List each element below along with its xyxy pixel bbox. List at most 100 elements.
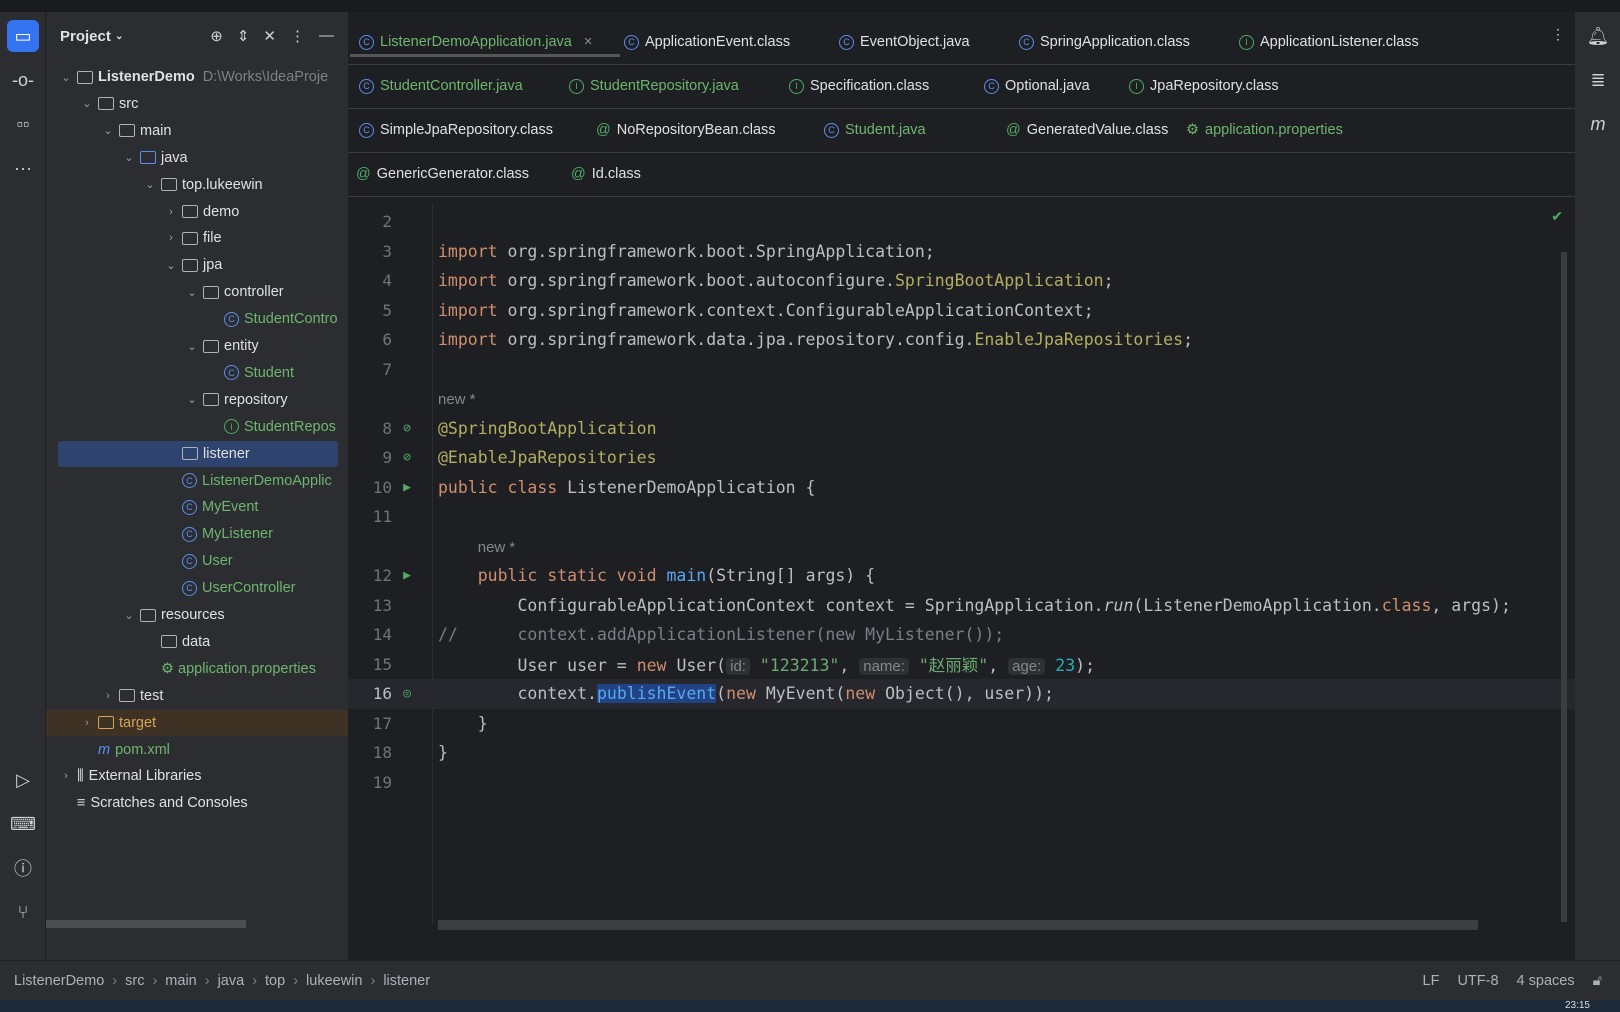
close-tab-icon[interactable]: × xyxy=(584,34,592,50)
tree-item[interactable]: ⌄ resources xyxy=(46,602,348,628)
tree-item[interactable]: ⌄ java xyxy=(46,145,348,171)
code-line[interactable]: 11 xyxy=(348,502,1575,532)
tree-item[interactable]: ⌄ jpa xyxy=(46,252,348,278)
chevron-down-icon[interactable]: ⌄ xyxy=(121,151,137,164)
maven-icon[interactable]: m xyxy=(1582,108,1614,140)
chevron-down-icon[interactable]: ⌄ xyxy=(58,71,74,84)
tree-item[interactable]: C Student xyxy=(46,360,348,386)
code-line[interactable]: 16 ◎ context.publishEvent(new MyEvent(new… xyxy=(348,679,1575,709)
run-icon[interactable]: ▶ xyxy=(392,568,422,583)
code-line[interactable]: 17 } xyxy=(348,709,1575,739)
tree-item[interactable]: › target xyxy=(46,709,348,736)
editor-horizontal-scrollbar[interactable] xyxy=(438,920,1478,930)
code-line[interactable]: 12 ▶ public static void main(String[] arg… xyxy=(348,561,1575,591)
breadcrumb-item[interactable]: main xyxy=(165,973,196,989)
terminal-icon[interactable]: ⌨ xyxy=(7,808,39,840)
gutter-bean-icon[interactable]: ◎ xyxy=(392,686,422,701)
lock-icon[interactable]: 🔓︎ xyxy=(1593,973,1602,989)
chevron-right-icon[interactable]: › xyxy=(79,717,95,729)
code-line[interactable]: 4 import org.springframework.boot.autocon… xyxy=(348,266,1575,296)
code-line[interactable]: 18} xyxy=(348,738,1575,768)
more-icon[interactable]: ··· xyxy=(7,152,39,184)
editor-tab[interactable]: ⚙ application.properties xyxy=(1178,122,1351,138)
code-line[interactable]: 6 import org.springframework.data.jpa.rep… xyxy=(348,325,1575,355)
editor-tab[interactable]: @ GenericGenerator.class xyxy=(348,166,537,182)
code-line[interactable]: 9 ⊘ @EnableJpaRepositories xyxy=(348,443,1575,473)
chevron-right-icon[interactable]: › xyxy=(100,690,116,702)
chevron-down-icon[interactable]: ⌄ xyxy=(184,393,200,406)
chevron-right-icon[interactable]: › xyxy=(58,770,74,782)
tree-item[interactable]: I StudentRepos xyxy=(46,414,348,440)
chevron-right-icon[interactable]: › xyxy=(163,206,179,218)
tree-item[interactable]: ⌄ ListenerDemo D:\Works\IdeaProje xyxy=(46,64,348,90)
collapse-icon[interactable]: ✕ xyxy=(263,27,276,45)
editor-tab[interactable]: @ GeneratedValue.class xyxy=(998,122,1176,138)
editor-tab[interactable]: C ListenerDemoApplication.java × xyxy=(348,34,600,50)
editor-tab[interactable]: C Student.java xyxy=(813,122,934,138)
editor-tab[interactable]: C SimpleJpaRepository.class xyxy=(348,122,561,138)
editor-tab[interactable]: I Specification.class xyxy=(778,78,937,94)
tree-item[interactable]: › file xyxy=(46,225,348,251)
code-line[interactable]: 7 xyxy=(348,355,1575,385)
tree-item[interactable]: ⌄ entity xyxy=(46,333,348,359)
project-scrollbar[interactable] xyxy=(46,920,246,928)
chevron-down-icon[interactable]: ⌄ xyxy=(163,259,179,272)
tree-item[interactable]: ⌄ main xyxy=(46,118,348,144)
indent-setting[interactable]: 4 spaces xyxy=(1517,973,1575,989)
code-line[interactable]: 3 import org.springframework.boot.SpringA… xyxy=(348,237,1575,267)
editor-vertical-scrollbar[interactable] xyxy=(1561,252,1567,922)
code-line[interactable]: 13 ConfigurableApplicationContext contex… xyxy=(348,591,1575,621)
code-line[interactable]: 15 User user = new User(id: "123213", na… xyxy=(348,650,1575,680)
editor-tab[interactable]: I ApplicationListener.class xyxy=(1228,34,1427,50)
code-line[interactable]: 19 xyxy=(348,768,1575,798)
locate-icon[interactable]: ⊕ xyxy=(210,27,223,45)
git-icon[interactable]: ⑂ xyxy=(7,896,39,928)
services-icon[interactable]: ▷ xyxy=(7,764,39,796)
editor-tab[interactable]: I StudentRepository.java xyxy=(558,78,747,94)
gutter-bean-icon[interactable]: ⊘ xyxy=(392,421,422,436)
structure-icon[interactable]: ▫▫ xyxy=(7,108,39,140)
tree-item[interactable]: C UserController xyxy=(46,575,348,601)
tree-item[interactable]: C MyListener xyxy=(46,521,348,547)
tree-item[interactable]: C ListenerDemoApplic xyxy=(46,468,348,494)
editor-tab[interactable]: C ApplicationEvent.class xyxy=(613,34,798,50)
chevron-down-icon[interactable]: ⌄ xyxy=(121,609,137,622)
tree-item[interactable]: ⌄ controller xyxy=(46,279,348,305)
tree-item[interactable]: m pom.xml xyxy=(46,737,348,763)
chevron-down-icon[interactable]: ⌄ xyxy=(184,286,200,299)
editor-tab[interactable]: C EventObject.java xyxy=(828,34,978,50)
code-line[interactable]: 10 ▶ public class ListenerDemoApplication … xyxy=(348,473,1575,503)
code-line[interactable]: new * xyxy=(348,384,1575,414)
chevron-down-icon[interactable]: ⌄ xyxy=(100,124,116,137)
tree-item[interactable]: C StudentContro xyxy=(46,306,348,332)
editor-tab[interactable]: @ Id.class xyxy=(563,166,649,182)
tree-item[interactable]: ⌄ repository xyxy=(46,387,348,413)
code-line[interactable]: 5 import org.springframework.context.Conf… xyxy=(348,296,1575,326)
tree-item[interactable]: › ⫼ External Libraries xyxy=(46,763,348,789)
tree-item[interactable]: › demo xyxy=(46,199,348,225)
project-title[interactable]: Project xyxy=(60,28,111,45)
tree-item[interactable]: C User xyxy=(46,548,348,574)
hide-icon[interactable]: — xyxy=(319,27,334,45)
code-line[interactable]: 2 xyxy=(348,207,1575,237)
breadcrumb-item[interactable]: lukeewin xyxy=(306,973,362,989)
run-icon[interactable]: ▶ xyxy=(392,480,422,495)
commit-icon[interactable]: -o- xyxy=(7,64,39,96)
chevron-down-icon[interactable]: ⌄ xyxy=(142,178,158,191)
breadcrumb-item[interactable]: top xyxy=(265,973,285,989)
editor-tab[interactable]: C Optional.java xyxy=(973,78,1098,94)
editor-tab[interactable]: C SpringApplication.class xyxy=(1008,34,1198,50)
tree-item[interactable]: listener xyxy=(58,440,338,467)
breadcrumb-item[interactable]: ListenerDemo xyxy=(14,973,104,989)
notifications-icon[interactable]: 🔔︎ xyxy=(1582,20,1614,52)
editor-tab[interactable]: I JpaRepository.class xyxy=(1118,78,1287,94)
tree-item[interactable]: ≡ Scratches and Consoles xyxy=(46,790,348,816)
tree-item[interactable]: ⌄ top.lukeewin xyxy=(46,172,348,198)
line-separator[interactable]: LF xyxy=(1423,973,1440,989)
breadcrumb-item[interactable]: src xyxy=(125,973,144,989)
tabs-menu-icon[interactable]: ⋮ xyxy=(1551,26,1565,43)
chevron-right-icon[interactable]: › xyxy=(163,232,179,244)
chevron-down-icon[interactable]: ⌄ xyxy=(184,340,200,353)
problems-icon[interactable]: ⓘ xyxy=(7,852,39,884)
options-icon[interactable]: ⋮ xyxy=(290,27,305,45)
